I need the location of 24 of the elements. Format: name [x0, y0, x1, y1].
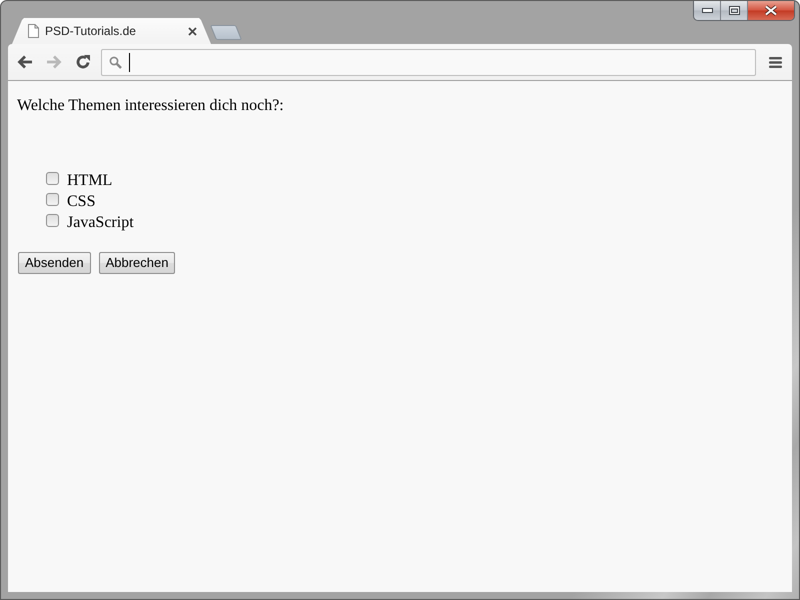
form-button[interactable]: Abbrechen [98, 252, 176, 274]
tab-title: PSD-Tutorials.de [45, 23, 137, 40]
menu-icon[interactable] [769, 56, 782, 68]
checkbox[interactable] [46, 193, 59, 206]
minimize-icon [702, 8, 712, 13]
close-icon [764, 5, 778, 16]
reload-icon[interactable] [75, 54, 91, 70]
close-icon[interactable] [188, 26, 197, 36]
search-icon [109, 56, 122, 68]
option-label: CSS [67, 192, 96, 211]
checkbox[interactable] [46, 172, 59, 185]
minimize-button[interactable] [694, 1, 721, 20]
maximize-button[interactable] [721, 1, 748, 20]
text-cursor [129, 52, 130, 72]
maximize-icon [728, 6, 740, 15]
option-label: HTML [67, 171, 112, 190]
page-icon [28, 24, 39, 38]
browser-tab[interactable]: PSD-Tutorials.de [12, 18, 211, 44]
question-text: Welche Themen interessieren dich noch?: [17, 96, 285, 115]
close-button[interactable] [748, 1, 794, 20]
option-label: JavaScript [67, 213, 134, 232]
checkbox[interactable] [46, 214, 59, 227]
form-button[interactable]: Absenden [18, 252, 91, 274]
back-icon[interactable] [17, 55, 33, 69]
